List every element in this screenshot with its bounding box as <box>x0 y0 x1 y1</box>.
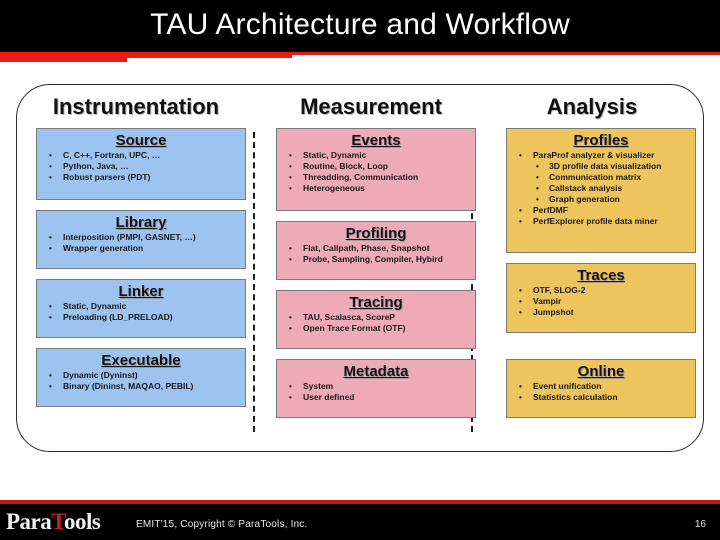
list-item: Jumpshot <box>511 307 691 318</box>
column-analysis: Analysis Profiles ParaProf analyzer & vi… <box>492 90 696 446</box>
column-boxes-measurement: Events Static, Dynamic Routine, Block, L… <box>262 128 480 446</box>
list-item: Heterogeneous <box>281 183 471 194</box>
logo-text-pre: Para <box>6 509 52 534</box>
column-header-measurement: Measurement <box>300 94 442 119</box>
list-item: PerfDMF <box>511 205 691 216</box>
footer-copyright: EMIT'15, Copyright © ParaTools, Inc. <box>136 519 308 530</box>
footer-band <box>0 504 720 540</box>
box-list-tracing: TAU, Scalasca, ScoreP Open Trace Format … <box>281 312 471 334</box>
list-item: Static, Dynamic <box>41 301 241 312</box>
box-list-library: Interposition (PMPI, GASNET, …) Wrapper … <box>41 232 241 254</box>
box-list-linker: Static, Dynamic Preloading (LD_PRELOAD) <box>41 301 241 323</box>
box-linker[interactable]: Linker Static, Dynamic Preloading (LD_PR… <box>36 279 246 338</box>
list-item: Open Trace Format (OTF) <box>281 323 471 334</box>
list-item: Threadding, Communication <box>281 172 471 183</box>
list-item: Callstack analysis <box>533 183 691 194</box>
list-item: PerfExplorer profile data miner <box>511 216 691 227</box>
list-item: Preloading (LD_PRELOAD) <box>41 312 241 323</box>
box-title-library: Library <box>115 214 167 231</box>
header-red-rule-left <box>0 52 127 62</box>
list-item: Binary (Dininst, MAQAO, PEBIL) <box>41 381 241 392</box>
box-list-online: Event unification Statistics calculation <box>511 381 691 403</box>
box-title-tracing: Tracing <box>349 294 403 311</box>
column-boxes-analysis: Profiles ParaProf analyzer & visualizer … <box>492 128 696 446</box>
list-item: Event unification <box>511 381 691 392</box>
logo-text-post: ools <box>64 509 101 534</box>
list-item-label: ParaProf analyzer & visualizer <box>533 150 655 160</box>
box-events[interactable]: Events Static, Dynamic Routine, Block, L… <box>276 128 476 211</box>
box-title-online: Online <box>577 363 625 380</box>
box-title-metadata: Metadata <box>343 363 409 380</box>
column-header-instrumentation: Instrumentation <box>52 94 220 119</box>
list-item: Robust parsers (PDT) <box>41 172 241 183</box>
list-item: C, C++, Fortran, UPC, … <box>41 150 241 161</box>
logo-text-accent: T <box>51 509 64 534</box>
list-item: Python, Java, … <box>41 161 241 172</box>
list-item: Flat, Callpath, Phase, Snapshot <box>281 243 471 254</box>
list-item: Graph generation <box>533 194 691 205</box>
box-profiles[interactable]: Profiles ParaProf analyzer & visualizer … <box>506 128 696 253</box>
box-title-profiles: Profiles <box>573 132 629 149</box>
box-title-executable: Executable <box>101 352 181 369</box>
page-title: TAU Architecture and Workflow <box>150 8 570 41</box>
box-list-metadata: System User defined <box>281 381 471 403</box>
list-item: 3D profile data visualization <box>533 161 691 172</box>
box-profiling[interactable]: Profiling Flat, Callpath, Phase, Snapsho… <box>276 221 476 280</box>
column-measurement: Measurement Events Static, Dynamic Routi… <box>262 90 480 446</box>
list-item: Wrapper generation <box>41 243 241 254</box>
box-metadata[interactable]: Metadata System User defined <box>276 359 476 418</box>
box-sublist-profiles: 3D profile data visualization Communicat… <box>533 161 691 205</box>
list-item: Interposition (PMPI, GASNET, …) <box>41 232 241 243</box>
list-item: TAU, Scalasca, ScoreP <box>281 312 471 323</box>
list-item: Statistics calculation <box>511 392 691 403</box>
box-source[interactable]: Source C, C++, Fortran, UPC, … Python, J… <box>36 128 246 200</box>
box-list-executable: Dynamic (Dyninst) Binary (Dininst, MAQAO… <box>41 370 241 392</box>
list-item: System <box>281 381 471 392</box>
list-item: Communication matrix <box>533 172 691 183</box>
list-item: Probe, Sampling, Compiler, Hybird <box>281 254 471 265</box>
box-title-linker: Linker <box>118 283 164 300</box>
list-item: Vampir <box>511 296 691 307</box>
box-title-events: Events <box>351 132 401 149</box>
column-instrumentation: Instrumentation Source C, C++, Fortran, … <box>22 90 250 446</box>
list-item: Routine, Block, Loop <box>281 161 471 172</box>
list-item: ParaProf analyzer & visualizer 3D profil… <box>511 150 691 205</box>
diagram-columns: Instrumentation Source C, C++, Fortran, … <box>22 90 698 446</box>
box-title-profiling: Profiling <box>345 225 407 242</box>
box-list-events: Static, Dynamic Routine, Block, Loop Thr… <box>281 150 471 194</box>
box-list-profiling: Flat, Callpath, Phase, Snapshot Probe, S… <box>281 243 471 265</box>
box-library[interactable]: Library Interposition (PMPI, GASNET, …) … <box>36 210 246 269</box>
header-red-rule-mid <box>127 52 292 58</box>
slide-canvas: TAU Architecture and Workflow Instrument… <box>0 0 720 540</box>
list-item: Dynamic (Dyninst) <box>41 370 241 381</box>
list-item: OTF, SLOG-2 <box>511 285 691 296</box>
list-item: User defined <box>281 392 471 403</box>
paratools-logo: ParaTools <box>6 509 101 535</box>
box-online[interactable]: Online Event unification Statistics calc… <box>506 359 696 418</box>
column-header-analysis: Analysis <box>546 94 638 119</box>
footer-page-number: 16 <box>694 519 706 530</box>
box-list-profiles: ParaProf analyzer & visualizer 3D profil… <box>511 150 691 227</box>
column-boxes-instrumentation: Source C, C++, Fortran, UPC, … Python, J… <box>22 128 250 446</box>
box-title-traces: Traces <box>577 267 625 284</box>
box-traces[interactable]: Traces OTF, SLOG-2 Vampir Jumpshot <box>506 263 696 333</box>
list-item: Static, Dynamic <box>281 150 471 161</box>
box-tracing[interactable]: Tracing TAU, Scalasca, ScoreP Open Trace… <box>276 290 476 349</box>
box-executable[interactable]: Executable Dynamic (Dyninst) Binary (Din… <box>36 348 246 407</box>
box-list-source: C, C++, Fortran, UPC, … Python, Java, … … <box>41 150 241 183</box>
box-list-traces: OTF, SLOG-2 Vampir Jumpshot <box>511 285 691 318</box>
box-title-source: Source <box>115 132 167 149</box>
